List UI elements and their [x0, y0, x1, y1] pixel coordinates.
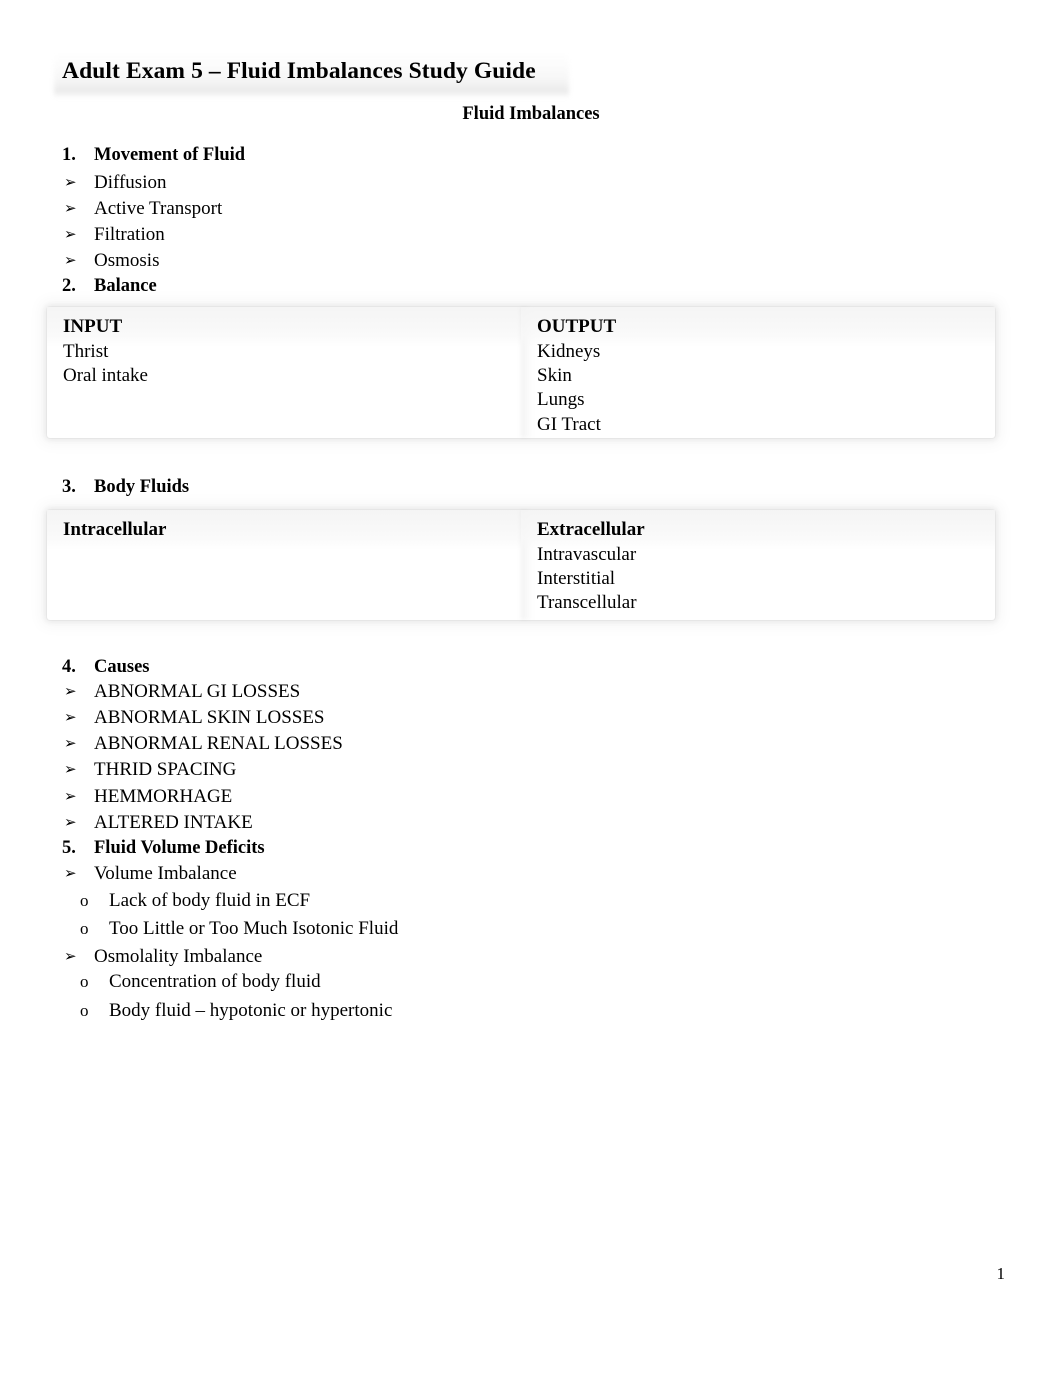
body-fluids-column-intracellular: Intracellular	[47, 510, 521, 620]
list-item-filtration: ➢ Filtration	[64, 224, 165, 246]
body-fluids-table: Intracellular Extracellular Intravascula…	[47, 510, 995, 620]
list-item-label: THRID SPACING	[94, 759, 237, 780]
arrow-bullet-icon: ➢	[64, 813, 77, 831]
section-label: Balance	[94, 276, 157, 296]
list-item-label: Filtration	[94, 224, 165, 245]
list-item-label: ABNORMAL GI LOSSES	[94, 681, 301, 702]
document-subtitle: Fluid Imbalances	[462, 104, 600, 124]
column-header-intracellular: Intracellular	[63, 519, 167, 540]
sub-list-item-concentration-of-body-fluid: o Concentration of body fluid	[80, 971, 321, 993]
list-item-label: Active Transport	[94, 198, 223, 219]
column-header-output: OUTPUT	[537, 316, 617, 337]
section-number: 5.	[62, 838, 76, 858]
cell-value: Transcellular	[537, 592, 637, 614]
arrow-bullet-icon: ➢	[64, 225, 77, 243]
cell-value: Oral intake	[63, 365, 148, 387]
sub-list-item-label: Lack of body fluid in ECF	[109, 890, 311, 911]
list-item-label: HEMMORHAGE	[94, 786, 233, 807]
circle-bullet-icon: o	[80, 891, 89, 910]
sub-list-item-lack-of-body-fluid-in-ecf: o Lack of body fluid in ECF	[80, 890, 310, 912]
arrow-bullet-icon: ➢	[64, 251, 77, 269]
section-heading-body-fluids: 3. Body Fluids	[62, 477, 189, 498]
column-header-extracellular: Extracellular	[537, 519, 645, 540]
section-number: 1.	[62, 145, 76, 165]
list-item-third-spacing: ➢ THRID SPACING	[64, 759, 236, 781]
list-item-abnormal-gi-losses: ➢ ABNORMAL GI LOSSES	[64, 681, 300, 703]
list-item-label: ABNORMAL SKIN LOSSES	[94, 707, 325, 728]
sub-list-item-label: Concentration of body fluid	[109, 971, 321, 992]
balance-table: INPUT Thrist Oral intake OUTPUT Kidneys …	[47, 307, 995, 438]
arrow-bullet-icon: ➢	[64, 708, 77, 726]
circle-bullet-icon: o	[80, 919, 89, 938]
section-heading-movement-of-fluid: 1. Movement of Fluid	[62, 145, 245, 166]
page-title-container: Adult Exam 5 – Fluid Imbalances Study Gu…	[54, 54, 622, 98]
cell-value: Skin	[537, 365, 572, 387]
arrow-bullet-icon: ➢	[64, 864, 77, 882]
list-item-label: Diffusion	[94, 172, 167, 193]
section-label: Body Fluids	[94, 477, 190, 497]
list-item-abnormal-skin-losses: ➢ ABNORMAL SKIN LOSSES	[64, 707, 325, 729]
cell-value: Thrist	[63, 341, 109, 362]
arrow-bullet-icon: ➢	[64, 787, 77, 805]
cell-value: Interstitial	[537, 568, 616, 590]
column-body-output: Kidneys Skin Lungs GI Tract	[521, 338, 995, 437]
list-item-label: Osmolality Imbalance	[94, 946, 263, 967]
balance-table-column-input: INPUT Thrist Oral intake	[47, 307, 521, 438]
arrow-bullet-icon: ➢	[64, 682, 77, 700]
arrow-bullet-icon: ➢	[64, 734, 77, 752]
sub-list-item-label: Too Little or Too Much Isotonic Fluid	[109, 918, 399, 939]
list-item-osmolality-imbalance: ➢ Osmolality Imbalance	[64, 946, 262, 968]
list-item-altered-intake: ➢ ALTERED INTAKE	[64, 812, 253, 834]
cell-value: Intravascular	[537, 544, 637, 565]
section-number: 4.	[62, 657, 76, 677]
arrow-bullet-icon: ➢	[64, 199, 77, 217]
list-item-volume-imbalance: ➢ Volume Imbalance	[64, 863, 237, 885]
section-heading-fluid-volume-deficits: 5. Fluid Volume Deficits	[62, 838, 265, 859]
page-number: 1	[996, 1264, 1006, 1283]
list-item-label: ALTERED INTAKE	[94, 812, 253, 833]
section-label: Movement of Fluid	[94, 145, 246, 165]
section-label: Fluid Volume Deficits	[94, 838, 265, 858]
list-item-osmosis: ➢ Osmosis	[64, 250, 159, 272]
arrow-bullet-icon: ➢	[64, 760, 77, 778]
list-item-label: Volume Imbalance	[94, 863, 237, 884]
list-item-active-transport: ➢ Active Transport	[64, 198, 222, 220]
column-body-intracellular	[47, 541, 521, 543]
balance-table-column-output: OUTPUT Kidneys Skin Lungs GI Tract	[521, 307, 995, 438]
column-body-extracellular: Intravascular Interstitial Transcellular	[521, 541, 995, 616]
section-heading-balance: 2. Balance	[62, 276, 157, 297]
circle-bullet-icon: o	[80, 1001, 89, 1020]
cell-value: Kidneys	[537, 341, 601, 362]
circle-bullet-icon: o	[80, 972, 89, 991]
column-body-input: Thrist Oral intake	[47, 338, 521, 388]
list-item-abnormal-renal-losses: ➢ ABNORMAL RENAL LOSSES	[64, 733, 343, 755]
cell-value: Lungs	[537, 389, 585, 411]
section-number: 3.	[62, 477, 76, 497]
cell-value: GI Tract	[537, 413, 601, 435]
arrow-bullet-icon: ➢	[64, 947, 77, 965]
page-title: Adult Exam 5 – Fluid Imbalances Study Gu…	[62, 58, 536, 84]
sub-list-item-label: Body fluid – hypotonic or hypertonic	[109, 1000, 393, 1021]
list-item-label: Osmosis	[94, 250, 160, 271]
list-item-label: ABNORMAL RENAL LOSSES	[94, 733, 343, 754]
section-heading-causes: 4. Causes	[62, 657, 150, 678]
sub-list-item-too-little-or-too-much-isotonic-fluid: o Too Little or Too Much Isotonic Fluid	[80, 918, 398, 940]
arrow-bullet-icon: ➢	[64, 173, 77, 191]
list-item-diffusion: ➢ Diffusion	[64, 172, 166, 194]
sub-list-item-body-fluid-hypotonic-or-hypertonic: o Body fluid – hypotonic or hypertonic	[80, 1000, 392, 1022]
list-item-hemorrhage: ➢ HEMMORHAGE	[64, 786, 232, 808]
section-number: 2.	[62, 276, 76, 296]
document-page: Adult Exam 5 – Fluid Imbalances Study Gu…	[0, 0, 1062, 1377]
column-header-input: INPUT	[63, 316, 123, 337]
body-fluids-column-extracellular: Extracellular Intravascular Interstitial…	[521, 510, 995, 620]
section-label: Causes	[94, 657, 150, 677]
